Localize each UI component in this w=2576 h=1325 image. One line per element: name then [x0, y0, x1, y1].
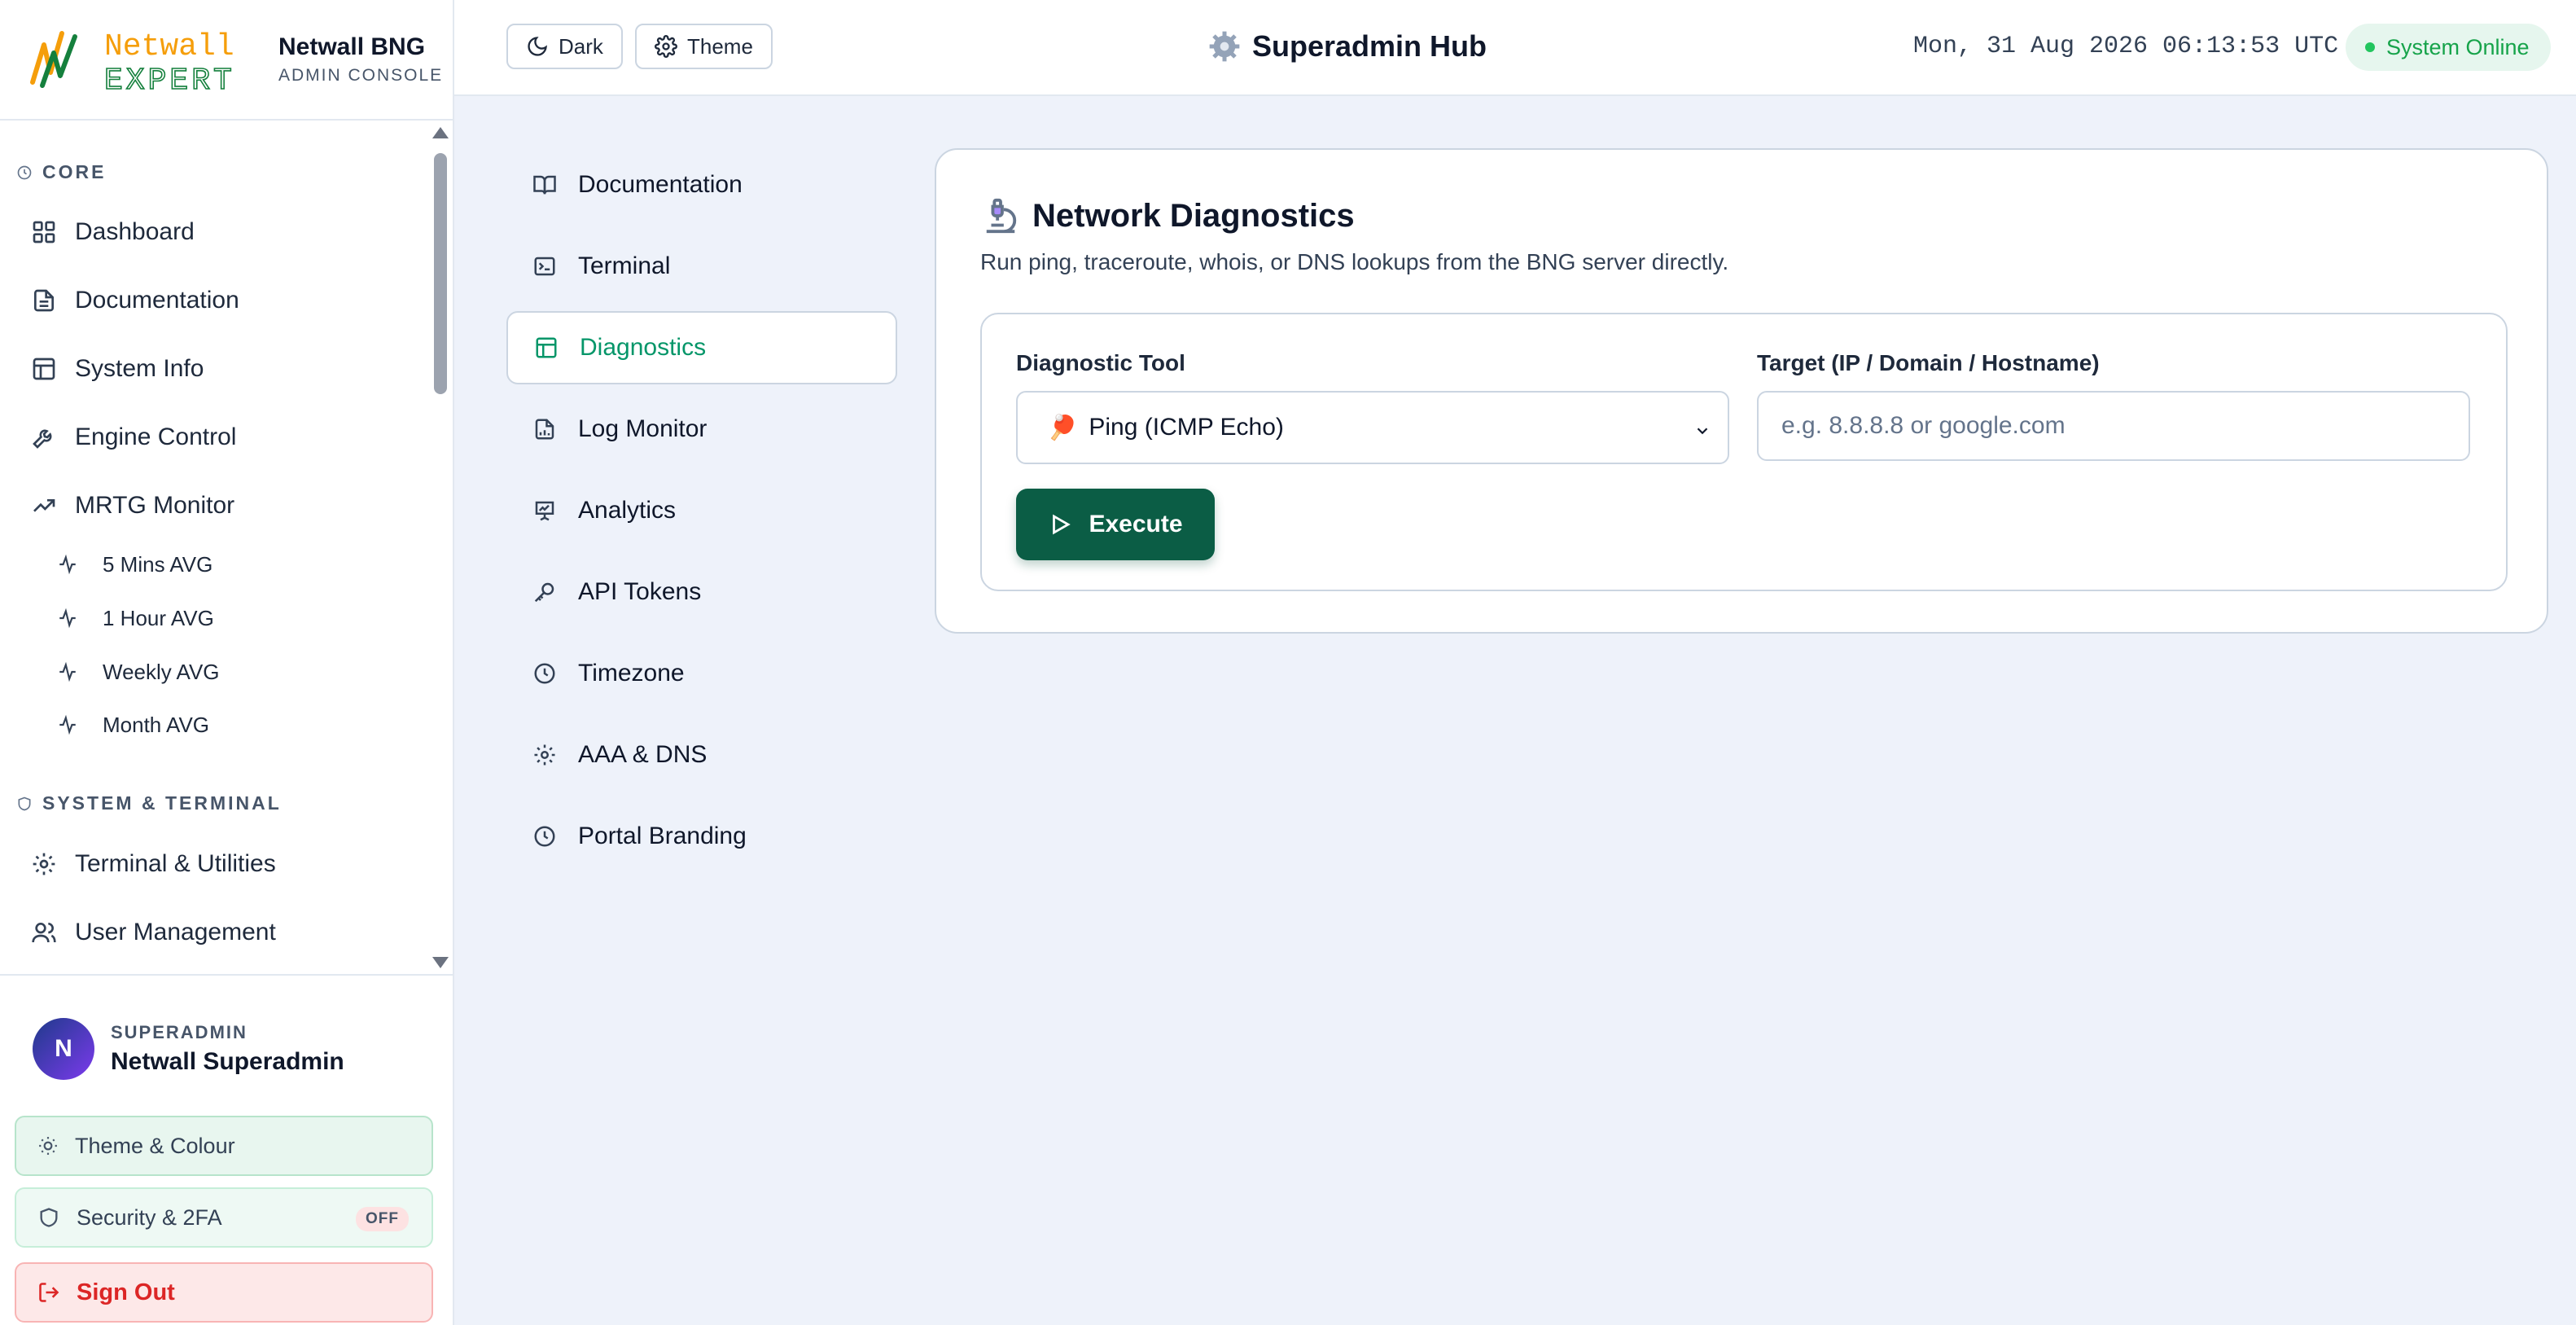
- logout-icon: [39, 1283, 59, 1302]
- shield-icon: [40, 1208, 58, 1227]
- card-description: Run ping, traceroute, whois, or DNS look…: [980, 249, 1729, 274]
- clock-icon: [534, 663, 555, 684]
- tab-portal-branding[interactable]: Portal Branding: [506, 800, 897, 873]
- section-core: CORE: [16, 161, 106, 183]
- diagnostic-tool-select[interactable]: 🏓 Ping (ICMP Echo): [1016, 391, 1729, 464]
- tab-log-monitor[interactable]: Log Monitor: [506, 393, 897, 466]
- sidebar-item-documentation[interactable]: Documentation: [31, 276, 239, 325]
- security-2fa-button[interactable]: Security & 2FA OFF: [15, 1187, 433, 1248]
- sidebar-subitem-month[interactable]: Month AVG: [57, 704, 209, 745]
- target-input[interactable]: [1757, 391, 2470, 461]
- layout-icon: [33, 358, 55, 380]
- shield-icon: [18, 796, 31, 810]
- clock-icon: [17, 165, 32, 179]
- sidebar-subitem-1-hour[interactable]: 1 Hour AVG: [57, 598, 214, 638]
- sidebar-item-engine-control[interactable]: Engine Control: [31, 413, 236, 462]
- tab-analytics[interactable]: Analytics: [506, 474, 897, 547]
- tab-aaa-dns[interactable]: AAA & DNS: [506, 718, 897, 792]
- logo-text-netwall: Netwall: [104, 29, 234, 64]
- execute-button[interactable]: Execute: [1016, 489, 1215, 560]
- sidebar-item-terminal-utilities[interactable]: Terminal & Utilities: [31, 840, 276, 888]
- tab-terminal[interactable]: Terminal: [506, 230, 897, 303]
- page-title: Superadmin Hub: [1208, 29, 1487, 64]
- avatar: N: [33, 1018, 94, 1080]
- sidebar-footer: N SUPERADMIN Netwall Superadmin Theme & …: [0, 974, 453, 1325]
- diagnostics-form: Diagnostic Tool Target (IP / Domain / Ho…: [980, 313, 2508, 591]
- ping-pong-icon: 🏓: [1047, 414, 1078, 441]
- brand-name: Netwall BNG: [278, 33, 426, 60]
- gear-icon: [655, 35, 677, 58]
- activity-icon: [59, 661, 76, 682]
- 2fa-status-badge: OFF: [356, 1207, 409, 1231]
- terminal-icon: [534, 257, 555, 276]
- microscope-icon: [986, 198, 1017, 234]
- users-icon: [32, 923, 56, 943]
- sidebar: Netwall EXPERT Netwall BNG ADMIN CONSOLE…: [0, 0, 454, 1325]
- tool-label: Diagnostic Tool: [1016, 350, 1185, 375]
- scroll-down-arrow[interactable]: [432, 957, 449, 968]
- scroll-thumb[interactable]: [434, 153, 447, 394]
- file-icon: [34, 289, 54, 312]
- clock-icon: [534, 826, 555, 847]
- trending-up-icon: [33, 499, 55, 512]
- target-label: Target (IP / Domain / Hostname): [1757, 350, 2100, 375]
- activity-icon: [59, 608, 76, 629]
- brand-header: Netwall EXPERT Netwall BNG ADMIN CONSOLE: [0, 0, 453, 121]
- datetime-display: Mon, 31 Aug 2026 06:13:53 UTC: [1913, 33, 2339, 60]
- user-profile: N SUPERADMIN Netwall Superadmin: [33, 1018, 344, 1080]
- gear-icon: [33, 853, 55, 875]
- sun-icon: [39, 1137, 57, 1155]
- file-chart-icon: [535, 419, 554, 440]
- sidebar-nav: CORE Dashboard Documentation System Info…: [0, 122, 453, 973]
- sign-out-button[interactable]: Sign Out: [15, 1262, 433, 1323]
- activity-icon: [59, 554, 76, 575]
- wrench-icon: [33, 429, 52, 449]
- sidebar-item-mrtg-monitor[interactable]: MRTG Monitor: [31, 481, 234, 530]
- tab-timezone[interactable]: Timezone: [506, 637, 897, 710]
- scroll-up-arrow[interactable]: [432, 127, 449, 138]
- sidebar-subitem-weekly[interactable]: Weekly AVG: [57, 652, 220, 692]
- logo-text-expert: EXPERT: [104, 64, 235, 94]
- activity-icon: [59, 714, 76, 735]
- gear-icon: [1209, 31, 1240, 62]
- card-title: Network Diagnostics: [982, 197, 1355, 235]
- table-icon: [536, 337, 557, 358]
- sidebar-item-system-info[interactable]: System Info: [31, 344, 204, 393]
- key-icon: [534, 582, 554, 603]
- selected-tool: Ping (ICMP Echo): [1089, 414, 1284, 441]
- user-role: SUPERADMIN: [111, 1022, 248, 1042]
- sidebar-item-dashboard[interactable]: Dashboard: [31, 208, 195, 257]
- sidebar-subitem-5-mins[interactable]: 5 Mins AVG: [57, 544, 212, 585]
- sidebar-scrollbar[interactable]: [430, 122, 449, 973]
- section-system-terminal: SYSTEM & TERMINAL: [16, 792, 282, 814]
- grid-icon: [33, 221, 55, 244]
- brand-subtitle: ADMIN CONSOLE: [278, 66, 444, 85]
- sidebar-item-user-management[interactable]: User Management: [31, 908, 276, 957]
- diagnostics-card: Network Diagnostics Run ping, traceroute…: [935, 148, 2548, 634]
- dark-mode-button[interactable]: Dark: [506, 24, 623, 69]
- chevron-down-icon: [1697, 428, 1708, 435]
- brand-logo: Netwall EXPERT: [29, 25, 262, 99]
- tab-diagnostics[interactable]: Diagnostics: [506, 311, 897, 384]
- gear-icon: [534, 744, 555, 766]
- status-dot-icon: [2365, 42, 2375, 52]
- play-icon: [1053, 514, 1071, 535]
- user-name: Netwall Superadmin: [111, 1048, 344, 1075]
- presentation-icon: [535, 501, 554, 521]
- tab-documentation[interactable]: Documentation: [506, 148, 897, 222]
- book-icon: [533, 175, 556, 195]
- theme-button[interactable]: Theme: [635, 24, 773, 69]
- top-bar: Dark Theme Superadmin Hub Mon, 31 Aug 20…: [454, 0, 2576, 96]
- moon-icon: [528, 37, 547, 56]
- theme-colour-button[interactable]: Theme & Colour: [15, 1116, 433, 1176]
- status-badge: System Online: [2346, 24, 2551, 71]
- tab-api-tokens[interactable]: API Tokens: [506, 555, 897, 629]
